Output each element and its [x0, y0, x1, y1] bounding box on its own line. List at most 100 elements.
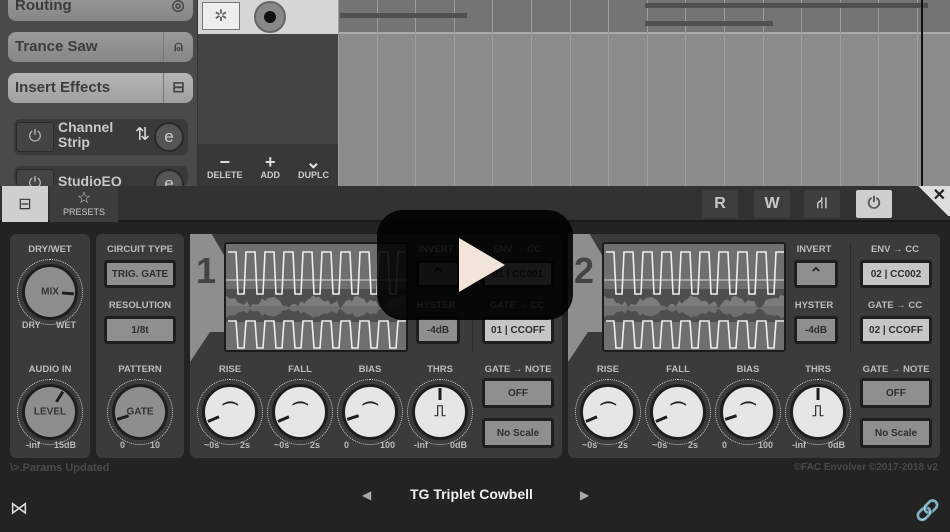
read-button[interactable]: R — [702, 190, 738, 218]
video-play-button[interactable] — [377, 210, 573, 320]
knob-label-fall: FALL — [666, 364, 690, 375]
grid-line — [724, 0, 725, 186]
previous-preset-button[interactable]: ◀ — [362, 488, 371, 502]
gate-label: GATE — [126, 406, 154, 418]
gate-cc-select[interactable]: 02 | CCOFF — [860, 316, 932, 344]
clip-toolbar: − DELETE + ADD ⌄ DUPLC — [198, 144, 338, 186]
sidebar-item-routing[interactable]: Routing ◎ — [8, 0, 193, 21]
mix-knob[interactable]: MIX — [17, 259, 83, 325]
chevron-down-icon: ⌄ — [305, 152, 322, 172]
grid-line — [917, 0, 918, 186]
grid-line — [839, 0, 841, 186]
power-button[interactable]: ⏻ — [856, 190, 892, 218]
invert-shape-icon: ⌃ — [809, 266, 823, 283]
dry-wet-label: DRY/WET — [28, 244, 72, 255]
trapezoid-shape-icon: ⏜ — [222, 403, 238, 420]
trapezoid-shape-icon: ⏜ — [670, 403, 686, 420]
tab-insert[interactable]: ⊟ — [2, 186, 48, 222]
knob-max-label: 2s — [618, 440, 629, 450]
grid-line — [685, 0, 687, 186]
level-label: LEVEL — [33, 406, 67, 418]
circuit-type-select[interactable]: TRIG. GATE — [104, 260, 176, 288]
preset-name[interactable]: TG Triplet Cowbell — [410, 486, 533, 502]
close-button[interactable]: ✕ — [916, 186, 950, 216]
knob-pointer — [438, 388, 442, 400]
bowtie-icon[interactable]: ⋈ — [10, 498, 28, 519]
link-icon[interactable]: 🔗 — [915, 498, 940, 523]
gate-cc-label: GATE → CC — [867, 300, 923, 311]
rise-knob[interactable]: ⏜ — [575, 379, 641, 445]
gate-shape-icon: ⎍ — [812, 403, 824, 420]
knob-min-label: -inf — [792, 440, 806, 450]
thrs-knob[interactable]: ⎍ — [785, 379, 851, 445]
invert-label: INVERT — [796, 244, 832, 255]
power-icon[interactable]: ⏻ — [16, 122, 54, 152]
pattern-min-label: 0 — [120, 440, 126, 450]
effect-slot-channel-strip[interactable]: ⏻ Channel Strip ⇅ e — [14, 119, 188, 155]
hyster-value[interactable]: -4dB — [416, 316, 460, 344]
effect-slot-studioeq[interactable]: ⏻ StudioEQ e — [14, 166, 188, 186]
timeline[interactable] — [338, 0, 950, 186]
level-max-label: 15dB — [54, 440, 77, 450]
pattern-label: PATTERN — [118, 364, 162, 375]
invert-toggle[interactable]: ⌃ — [794, 260, 838, 288]
knob-min-label: 0 — [344, 440, 350, 450]
trapezoid-shape-icon: ⏜ — [600, 403, 616, 420]
gate-note-toggle[interactable]: OFF — [860, 378, 932, 408]
knob-min-label: ~0s — [274, 440, 290, 450]
knob-label-thrs: THRS — [805, 364, 831, 375]
lane-tab-decoration — [190, 332, 210, 362]
tab-presets[interactable]: ☆ PRESETS — [50, 186, 118, 222]
sidebar-item-insert-effects[interactable]: Insert Effects ⊟ — [8, 73, 193, 103]
bias-knob[interactable]: ⏜ — [715, 379, 781, 445]
edit-icon[interactable]: e — [154, 169, 184, 186]
routing-button[interactable]: ⛙ — [804, 190, 840, 218]
level-knob[interactable]: LEVEL — [17, 379, 83, 445]
bias-knob[interactable]: ⏜ — [337, 379, 403, 445]
swap-icon[interactable]: ⇅ — [135, 124, 150, 145]
mix-label: MIX — [41, 286, 59, 298]
close-icon: ✕ — [932, 187, 946, 204]
sidebar-item-label: Insert Effects — [15, 79, 111, 96]
scale-select[interactable]: No Scale — [482, 418, 554, 448]
grid-line — [376, 0, 378, 186]
resolution-select[interactable]: 1/8t — [104, 316, 176, 344]
record-icon[interactable] — [254, 1, 286, 33]
midi-note[interactable] — [340, 13, 467, 18]
copyright-text: ©FAC Envolver ©2017-2018 v2 — [793, 462, 938, 473]
next-preset-button[interactable]: ▶ — [580, 488, 589, 502]
hyster-value[interactable]: -4dB — [794, 316, 838, 344]
playhead[interactable] — [921, 0, 923, 186]
power-icon: ⏻ — [867, 195, 881, 212]
lane-number: 1 — [190, 234, 226, 332]
duplicate-label: DUPLC — [297, 170, 329, 180]
hyster-label: HYSTER — [794, 300, 834, 311]
delete-button[interactable]: − DELETE — [207, 153, 243, 180]
mix-min-label: DRY — [22, 320, 41, 330]
sidebar-item-trance-saw[interactable]: Trance Saw ⍝ — [8, 32, 193, 62]
insert-fx-icon: ⊟ — [163, 73, 193, 103]
rise-knob[interactable]: ⏜ — [197, 379, 263, 445]
env-cc-select[interactable]: 02 | CC002 — [860, 260, 932, 288]
midi-note[interactable] — [645, 3, 928, 8]
thrs-knob[interactable]: ⎍ — [407, 379, 473, 445]
gate-note-toggle[interactable]: OFF — [482, 378, 554, 408]
scale-select[interactable]: No Scale — [860, 418, 932, 448]
midi-note[interactable] — [645, 21, 773, 26]
power-icon[interactable]: ⏻ — [16, 169, 54, 186]
knob-max-label: 100 — [380, 440, 396, 450]
grid-line — [569, 0, 571, 186]
circuit-panel: CIRCUIT TYPE TRIG. GATE RESOLUTION 1/8t … — [96, 234, 184, 458]
trapezoid-shape-icon: ⏜ — [740, 403, 756, 420]
resolution-label: RESOLUTION — [108, 300, 172, 311]
fall-knob[interactable]: ⏜ — [267, 379, 333, 445]
clip-select-icon[interactable]: ✲ — [202, 2, 240, 30]
duplicate-button[interactable]: ⌄ DUPLC — [297, 152, 329, 180]
pattern-knob[interactable]: GATE — [107, 379, 173, 445]
gate-cc-select[interactable]: 01 | CCOFF — [482, 316, 554, 344]
fall-knob[interactable]: ⏜ — [645, 379, 711, 445]
edit-icon[interactable]: e — [154, 122, 184, 152]
add-button[interactable]: + ADD — [260, 153, 280, 180]
mix-panel: DRY/WET MIX DRY WET AUDIO IN LEVEL -inf … — [10, 234, 90, 458]
write-button[interactable]: W — [754, 190, 790, 218]
